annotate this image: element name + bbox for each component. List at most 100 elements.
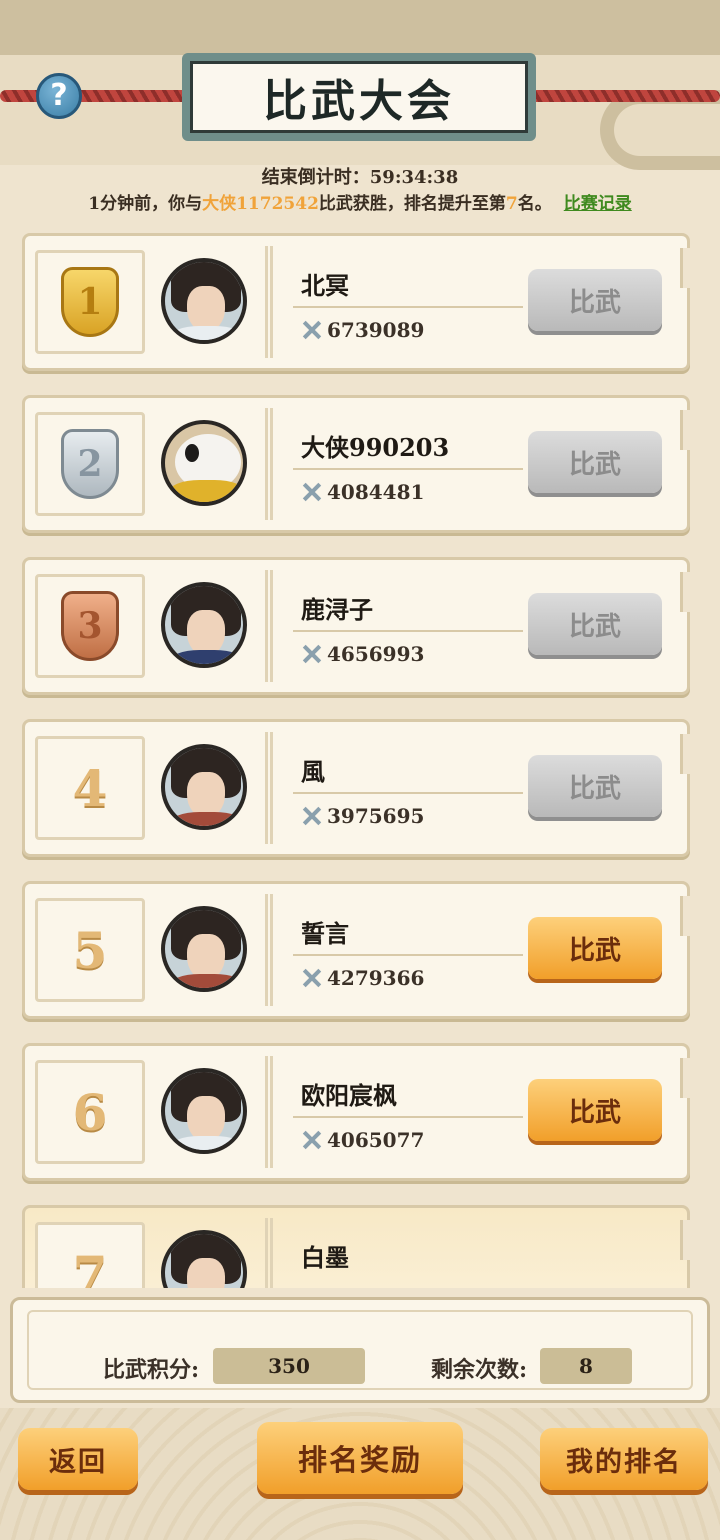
title-plaque: 比武大会	[182, 53, 536, 141]
card-notch	[680, 248, 690, 288]
name-underline	[293, 630, 523, 632]
avatar[interactable]	[161, 744, 247, 830]
stats-panel: 比武积分: 350 剩余次数: 8	[10, 1297, 710, 1403]
rank-badge: 1	[35, 250, 145, 354]
combat-power-value: 4279366	[327, 966, 425, 990]
cloud-decoration	[600, 90, 720, 170]
combat-power: 4084481	[301, 480, 424, 504]
crossed-swords-icon	[301, 1129, 323, 1151]
rank-number: 5	[72, 920, 108, 980]
challenge-button[interactable]: 比武	[528, 269, 662, 331]
recent-prefix: 1分钟前，你与	[88, 194, 203, 214]
crossed-swords-icon	[301, 967, 323, 989]
bronze-medal-icon: 3	[61, 591, 119, 661]
challenge-button[interactable]: 比武	[528, 431, 662, 493]
player-name: 欧阳宸枫	[301, 1081, 397, 1110]
gold-medal-icon: 1	[61, 267, 119, 337]
my-rank-button[interactable]: 我的排名	[540, 1428, 708, 1490]
divider	[265, 732, 273, 844]
rank-reward-button[interactable]: 排名奖励	[257, 1422, 463, 1494]
player-name: 誓言	[301, 919, 349, 948]
card-notch	[680, 572, 690, 612]
player-name: 大侠990203	[301, 433, 450, 462]
remaining-label: 剩余次数:	[431, 1357, 528, 1383]
challenge-button[interactable]: 比武	[528, 593, 662, 655]
recent-suffix: 名。	[517, 194, 552, 214]
rank-badge: 6	[35, 1060, 145, 1164]
remaining-value: 8	[540, 1348, 632, 1384]
name-underline	[293, 306, 523, 308]
avatar[interactable]	[161, 582, 247, 668]
rank-badge: 7	[35, 1222, 145, 1288]
page-title: 比武大会	[190, 61, 528, 133]
card-notch	[680, 1220, 690, 1260]
avatar[interactable]	[161, 906, 247, 992]
battle-records-link[interactable]: 比赛记录	[564, 194, 632, 214]
player-name: 鹿浔子	[301, 595, 373, 624]
combat-power: 3975695	[301, 804, 424, 828]
combat-power-value: 4656993	[327, 642, 425, 666]
crossed-swords-icon	[301, 805, 323, 827]
card-notch	[680, 734, 690, 774]
player-card: 4 風 3975695 比武	[22, 719, 690, 857]
crossed-swords-icon	[301, 481, 323, 503]
player-name: 風	[301, 757, 325, 786]
opponent-name: 大侠1172542	[202, 194, 319, 214]
avatar[interactable]	[161, 420, 247, 506]
card-notch	[680, 410, 690, 450]
divider	[265, 246, 273, 358]
combat-power: 4656993	[301, 642, 424, 666]
combat-power: 4065077	[301, 1128, 424, 1152]
rank-number: 4	[72, 758, 108, 818]
combat-power-value: 4065077	[327, 1128, 425, 1152]
player-card: 1 北冥 6739089 比武	[22, 233, 690, 371]
combat-power-value: 4084481	[327, 480, 425, 504]
crossed-swords-icon	[301, 319, 323, 341]
rank-number: 6	[72, 1082, 108, 1142]
help-icon[interactable]: ?	[36, 73, 82, 119]
rank-badge: 3	[35, 574, 145, 678]
challenge-button[interactable]: 比武	[528, 755, 662, 817]
rank-badge: 2	[35, 412, 145, 516]
avatar[interactable]	[161, 1230, 247, 1288]
points-label: 比武积分:	[103, 1357, 200, 1383]
countdown-text: 结束倒计时：59:34:38	[261, 167, 459, 188]
player-card: 2 大侠990203 4084481 比武	[22, 395, 690, 533]
combat-power-value: 6739089	[327, 318, 425, 342]
stats-inner-frame: 比武积分: 350 剩余次数: 8	[27, 1310, 693, 1390]
back-button[interactable]: 返回	[18, 1428, 138, 1490]
combat-power: 6739089	[301, 318, 424, 342]
rank-badge: 4	[35, 736, 145, 840]
combat-power-value: 3975695	[327, 804, 425, 828]
player-card: 7 白墨	[22, 1205, 690, 1288]
player-card: 6 欧阳宸枫 4065077 比武	[22, 1043, 690, 1181]
divider	[265, 1218, 273, 1288]
silver-medal-icon: 2	[61, 429, 119, 499]
name-underline	[293, 468, 523, 470]
name-underline	[293, 1116, 523, 1118]
name-underline	[293, 954, 523, 956]
divider	[265, 408, 273, 520]
player-card: 5 誓言 4279366 比武	[22, 881, 690, 1019]
challenge-button[interactable]: 比武	[528, 917, 662, 979]
player-name: 白墨	[301, 1243, 349, 1272]
rank-list[interactable]: 1 北冥 6739089 比武 2 大侠990203 4084481 比武 3 鹿浔子 465699…	[22, 233, 694, 1288]
rank-number: 7	[72, 1244, 108, 1289]
card-notch	[680, 1058, 690, 1098]
recent-battle-message: 1分钟前，你与大侠1172542比武获胜，排名提升至第7名。 比赛记录	[0, 189, 720, 214]
avatar[interactable]	[161, 1068, 247, 1154]
player-name: 北冥	[301, 271, 349, 300]
card-notch	[680, 896, 690, 936]
divider	[265, 1056, 273, 1168]
name-underline	[293, 792, 523, 794]
new-rank: 7	[505, 194, 518, 214]
avatar[interactable]	[161, 258, 247, 344]
challenge-button[interactable]: 比武	[528, 1079, 662, 1141]
crossed-swords-icon	[301, 643, 323, 665]
divider	[265, 894, 273, 1006]
points-value: 350	[213, 1348, 365, 1384]
combat-power: 4279366	[301, 966, 424, 990]
divider	[265, 570, 273, 682]
player-card: 3 鹿浔子 4656993 比武	[22, 557, 690, 695]
rank-badge: 5	[35, 898, 145, 1002]
